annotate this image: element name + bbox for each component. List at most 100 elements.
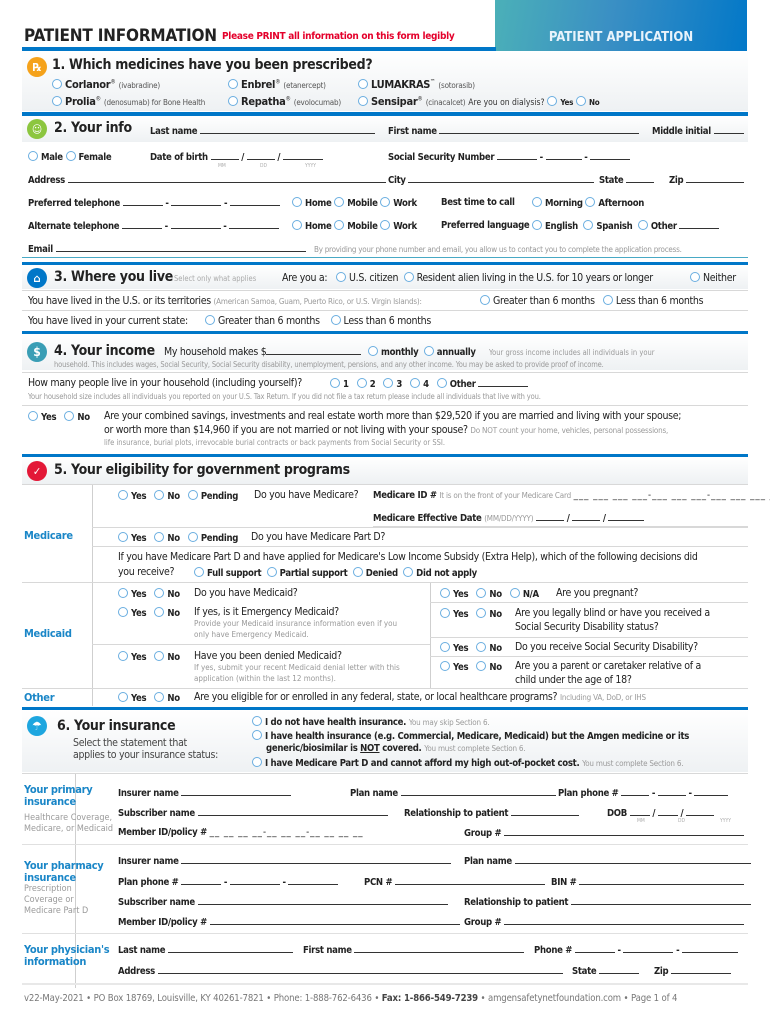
afternoon-radio[interactable] — [585, 197, 596, 207]
household-3-radio[interactable] — [383, 378, 394, 388]
language-radios[interactable]: English Spanish Other — [532, 220, 720, 232]
yes-radio[interactable] — [440, 588, 450, 598]
city-field[interactable]: City — [388, 174, 595, 186]
medicine-prolia[interactable]: Prolia® (denosumab) for Bone Health — [52, 95, 205, 108]
female-radio[interactable] — [65, 151, 76, 161]
zip-field[interactable]: Zip — [669, 174, 745, 186]
no-radio[interactable] — [154, 651, 165, 661]
dob-field[interactable]: Date of birth / / — [150, 151, 323, 163]
state-field[interactable]: State — [599, 174, 655, 186]
did-not-apply-radio[interactable] — [403, 567, 414, 577]
no-radio[interactable] — [476, 608, 487, 618]
last-name-field[interactable]: Last name — [150, 125, 375, 137]
us-citizen-radio[interactable] — [336, 272, 346, 282]
medicine-lumakras[interactable]: LUMAKRAS™ (sotorasib) — [358, 78, 475, 91]
assets-no-radio[interactable] — [64, 411, 75, 421]
medicare-effective-date-field[interactable]: Medicare Effective Date (MM/DD/YYYY) / / — [373, 512, 645, 524]
household-2-radio[interactable] — [356, 378, 367, 388]
parent-radios[interactable]: Yes No — [440, 661, 502, 673]
middle-initial-field[interactable]: Middle initial — [652, 125, 744, 137]
no-radio[interactable] — [154, 588, 165, 598]
dialysis-yes-radio[interactable] — [547, 96, 558, 106]
medicine-enbrel[interactable]: Enbrel® (etanercept) — [228, 78, 326, 91]
greater-6-months-radio[interactable] — [480, 295, 490, 305]
pending-radio[interactable] — [187, 532, 198, 542]
na-radio[interactable] — [509, 588, 520, 598]
work-radio[interactable] — [380, 197, 391, 207]
not-covered-option[interactable]: I have health insurance (e.g. Commercial… — [252, 730, 689, 742]
yes-radio[interactable] — [118, 607, 128, 617]
physician-zip-field[interactable]: Zip — [654, 965, 732, 977]
pharmacy-group-field[interactable]: Group # — [464, 916, 745, 928]
ssd-radios[interactable]: Yes No — [440, 642, 502, 654]
other-programs-radios[interactable]: Yes No — [118, 692, 180, 704]
assets-radios[interactable]: Yes No — [28, 411, 90, 423]
medicine-corlanor[interactable]: Corlanor® (ivabradine) — [52, 78, 160, 91]
gender-radios[interactable]: Male Female — [28, 151, 112, 163]
pharmacy-plan-phone-field[interactable]: Plan phone # - - — [118, 876, 339, 888]
radio[interactable] — [228, 79, 238, 89]
part-d-afford-option[interactable]: I have Medicare Part D and cannot afford… — [252, 757, 684, 769]
home-radio[interactable] — [292, 197, 302, 207]
male-radio[interactable] — [28, 151, 38, 161]
no-radio[interactable] — [154, 607, 165, 617]
primary-dob-field[interactable]: DOB / / — [607, 807, 715, 819]
dialysis-no-radio[interactable] — [575, 96, 586, 106]
less-6-months-radio[interactable] — [330, 315, 341, 325]
greater-6-months-radio[interactable] — [205, 315, 215, 325]
physician-address-field[interactable]: Address — [118, 965, 563, 977]
radio[interactable] — [52, 79, 62, 89]
radio[interactable] — [228, 96, 238, 106]
full-support-radio[interactable] — [194, 567, 204, 577]
no-radio[interactable] — [154, 490, 165, 500]
less-6-months-radio[interactable] — [602, 295, 613, 305]
territories-radios[interactable]: Greater than 6 months Less than 6 months — [480, 295, 704, 307]
home-radio[interactable] — [292, 220, 302, 230]
physician-last-name-field[interactable]: Last name — [118, 944, 293, 956]
income-period-radios[interactable]: monthly annually — [368, 346, 476, 358]
pregnant-radios[interactable]: Yes No N/A — [440, 588, 539, 600]
household-income-field[interactable]: My household makes $ — [164, 346, 362, 358]
household-1-radio[interactable] — [330, 378, 340, 388]
pending-radio[interactable] — [187, 490, 198, 500]
morning-radio[interactable] — [532, 197, 542, 207]
part-d-radios[interactable]: Yes No Pending — [118, 532, 238, 544]
partial-support-radio[interactable] — [266, 567, 277, 577]
best-time-radios[interactable]: Morning Afternoon — [532, 197, 644, 209]
medicaid-radios[interactable]: Yes No — [118, 588, 180, 600]
emergency-medicaid-radios[interactable]: Yes No — [118, 607, 180, 619]
english-radio[interactable] — [532, 220, 542, 230]
primary-insurer-name-field[interactable]: Insurer name — [118, 787, 292, 799]
neither-radio[interactable] — [690, 272, 700, 282]
radio[interactable] — [358, 96, 368, 106]
pharmacy-insurer-name-field[interactable]: Insurer name — [118, 855, 452, 867]
work-radio[interactable] — [380, 220, 391, 230]
yes-radio[interactable] — [118, 651, 128, 661]
citizenship-radios[interactable]: U.S. citizen Resident alien living in th… — [336, 272, 653, 284]
physician-first-name-field[interactable]: First name — [303, 944, 525, 956]
pharmacy-plan-name-field[interactable]: Plan name — [464, 855, 751, 867]
yes-radio[interactable] — [118, 588, 128, 598]
ssn-field[interactable]: Social Security Number - - — [388, 151, 631, 163]
yes-radio[interactable] — [118, 490, 128, 500]
assets-yes-radio[interactable] — [28, 411, 38, 421]
physician-state-field[interactable]: State — [572, 965, 640, 977]
alternate-telephone-field[interactable]: Alternate telephone - - — [28, 220, 280, 232]
other-radio[interactable] — [637, 220, 648, 230]
no-radio[interactable] — [154, 532, 165, 542]
primary-plan-name-field[interactable]: Plan name — [350, 787, 556, 799]
preferred-telephone-field[interactable]: Preferred telephone - - — [28, 197, 280, 209]
pharmacy-pcn-field[interactable]: PCN # — [364, 876, 546, 888]
address-field[interactable]: Address — [28, 174, 386, 186]
yes-radio[interactable] — [440, 661, 450, 671]
mobile-radio[interactable] — [334, 220, 345, 230]
radio[interactable] — [358, 79, 368, 89]
state-radios[interactable]: Greater than 6 months Less than 6 months — [205, 315, 431, 327]
no-radio[interactable] — [154, 692, 165, 702]
radio[interactable] — [52, 96, 62, 106]
radio[interactable] — [252, 716, 262, 726]
primary-relationship-field[interactable]: Relationship to patient — [404, 807, 579, 819]
household-4-radio[interactable] — [410, 378, 421, 388]
radio[interactable] — [252, 757, 262, 767]
no-radio[interactable] — [476, 588, 487, 598]
